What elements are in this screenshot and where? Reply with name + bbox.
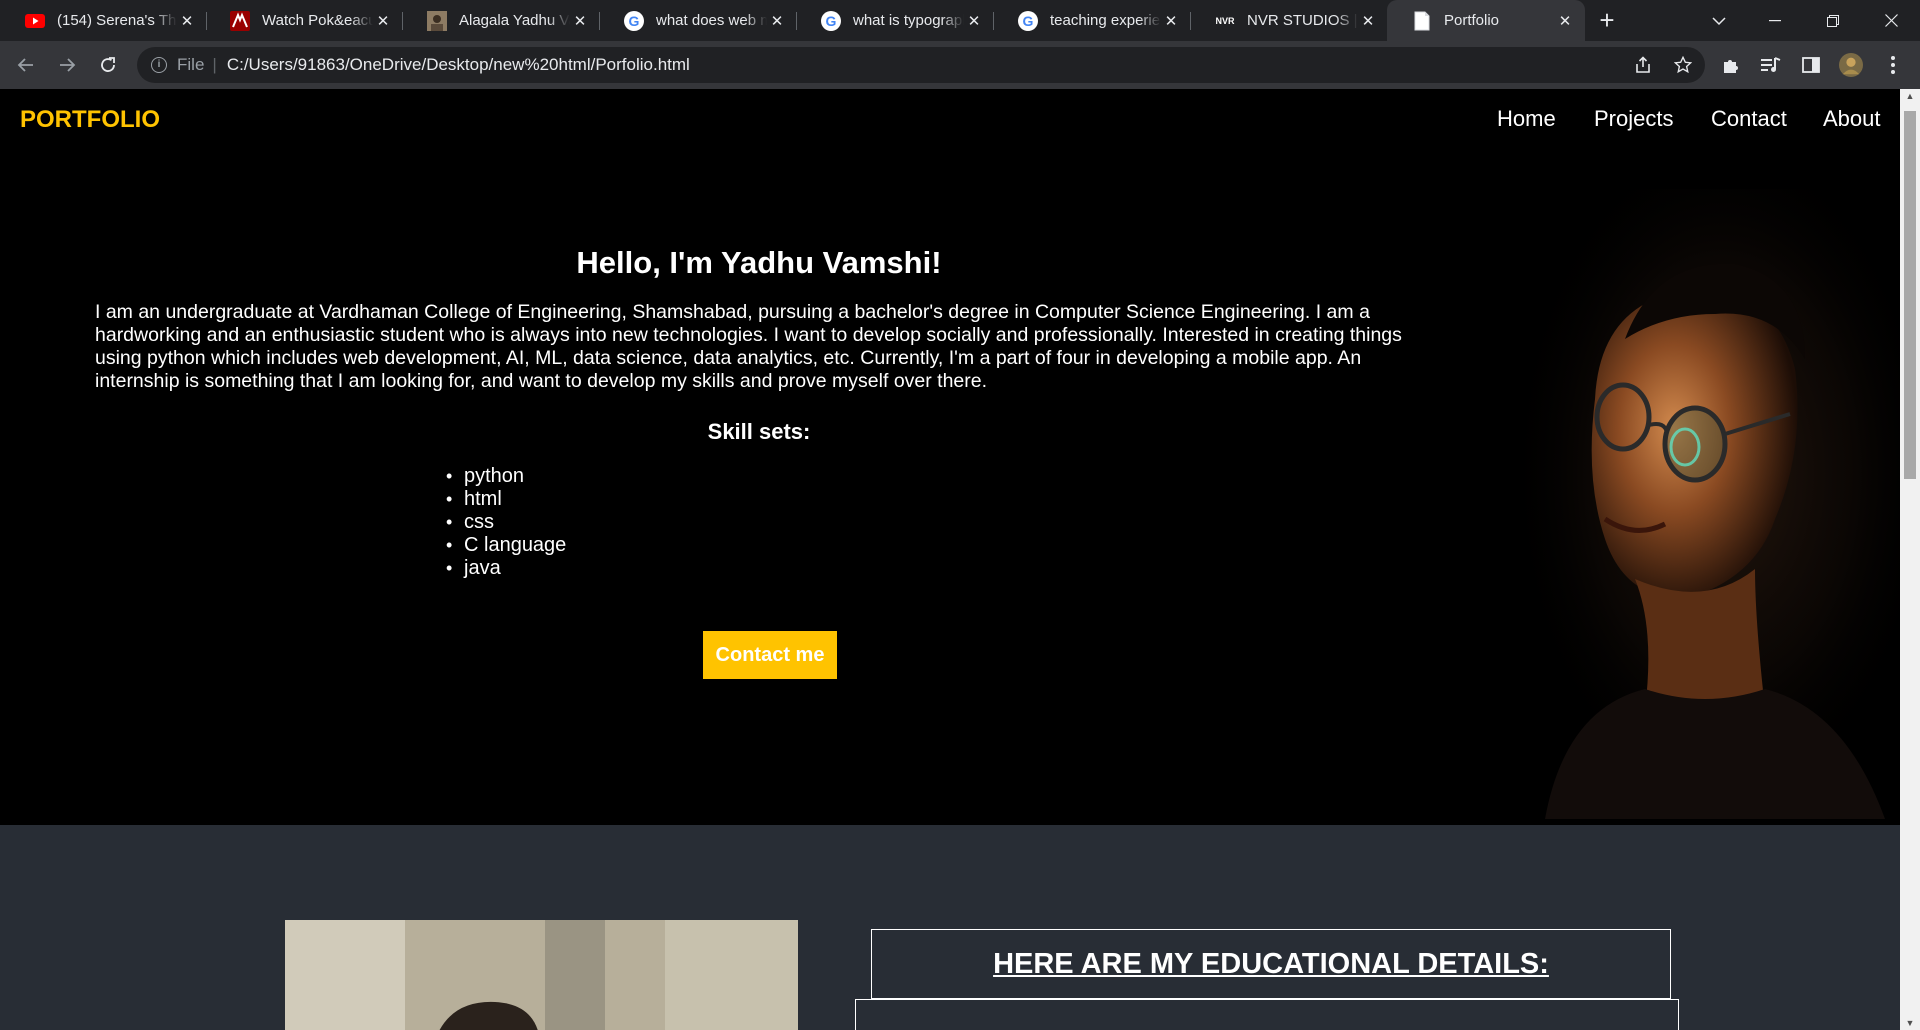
education-photo (285, 920, 798, 1030)
browser-tab-active[interactable]: Portfolio ✕ (1387, 0, 1585, 41)
forward-arrow-icon[interactable] (55, 53, 79, 77)
share-icon[interactable] (1631, 53, 1655, 77)
page-icon (1412, 11, 1432, 31)
browser-tab[interactable]: G what is typograph ✕ (796, 0, 994, 41)
skills-title: Skill sets: (707, 419, 811, 444)
photo-icon (427, 10, 447, 31)
close-tab-icon[interactable]: ✕ (1161, 11, 1181, 31)
browser-menu-icon[interactable] (1881, 53, 1905, 77)
reload-icon[interactable] (96, 53, 120, 77)
browser-tab[interactable]: Alagala Yadhu Va ✕ (402, 0, 600, 41)
nav-logo[interactable]: PORTFOLIO (20, 106, 160, 134)
browser-tab[interactable]: NVR NVR STUDIOS | H ✕ (1190, 0, 1388, 41)
profile-avatar[interactable] (1839, 53, 1863, 77)
skill-item: css (446, 511, 566, 534)
youtube-icon (25, 11, 45, 31)
close-tab-icon[interactable]: ✕ (1358, 11, 1378, 31)
ao3-icon (230, 10, 250, 31)
url-scheme-label: File (177, 55, 205, 74)
close-tab-icon[interactable]: ✕ (177, 11, 197, 31)
browser-tab[interactable]: G teaching experien ✕ (993, 0, 1191, 41)
minimize-icon[interactable] (1752, 0, 1798, 41)
page-viewport: PORTFOLIO Home Projects Contact About He… (0, 89, 1900, 1030)
new-tab-button[interactable]: + (1595, 7, 1619, 33)
close-tab-icon[interactable]: ✕ (1555, 11, 1575, 31)
education-title-box: HERE ARE MY EDUCATIONAL DETAILS: (871, 929, 1671, 999)
nav-link-home[interactable]: Home (1497, 106, 1556, 132)
address-bar[interactable]: i File | C:/Users/91863/OneDrive/Desktop… (137, 47, 1705, 83)
close-window-icon[interactable] (1868, 0, 1914, 41)
side-panel-icon[interactable] (1799, 53, 1823, 77)
media-queue-icon[interactable] (1759, 53, 1783, 77)
education-section: HERE ARE MY EDUCATIONAL DETAILS: (0, 825, 1900, 1030)
skills-list: python html css C language java (446, 465, 566, 580)
contact-me-button[interactable]: Contact me (703, 631, 837, 679)
close-tab-icon[interactable]: ✕ (373, 11, 393, 31)
browser-tab-strip: (154) Serena's The ✕ Watch Pok&eacute ✕ … (0, 0, 1920, 41)
nav-link-contact[interactable]: Contact (1711, 106, 1787, 132)
browser-tab[interactable]: G what does web m ✕ (599, 0, 797, 41)
scroll-up-arrow-icon[interactable]: ▲ (1905, 91, 1915, 101)
skill-item: python (446, 465, 566, 488)
hero-section: PORTFOLIO Home Projects Contact About He… (0, 89, 1900, 825)
profile-photo (1505, 189, 1900, 819)
svg-text:G: G (1023, 13, 1034, 29)
skill-item: java (446, 557, 566, 580)
extensions-puzzle-icon[interactable] (1719, 53, 1743, 77)
svg-text:G: G (629, 13, 640, 29)
google-icon: G (624, 10, 644, 31)
nav-link-projects[interactable]: Projects (1594, 106, 1673, 132)
browser-tab[interactable]: Watch Pok&eacute ✕ (205, 0, 403, 41)
page-scrollbar[interactable]: ▲ ▼ (1900, 89, 1920, 1030)
tab-search-icon[interactable] (1696, 0, 1742, 41)
info-icon[interactable]: i (151, 57, 167, 73)
url-text[interactable]: C:/Users/91863/OneDrive/Desktop/new%20ht… (227, 55, 690, 75)
skill-item: html (446, 488, 566, 511)
bookmark-star-icon[interactable] (1671, 53, 1695, 77)
education-title: HERE ARE MY EDUCATIONAL DETAILS: (993, 947, 1549, 980)
education-details-box (855, 999, 1679, 1030)
scroll-down-arrow-icon[interactable]: ▼ (1905, 1018, 1915, 1028)
browser-tab[interactable]: (154) Serena's The ✕ (0, 0, 207, 41)
nvr-icon: NVR (1215, 15, 1235, 26)
browser-toolbar: i File | C:/Users/91863/OneDrive/Desktop… (0, 41, 1920, 89)
hero-bio: I am an undergraduate at Vardhaman Colle… (95, 301, 1402, 392)
svg-text:G: G (826, 13, 837, 29)
google-icon: G (1018, 10, 1038, 31)
close-tab-icon[interactable]: ✕ (767, 11, 787, 31)
close-tab-icon[interactable]: ✕ (964, 11, 984, 31)
skill-item: C language (446, 534, 566, 557)
restore-icon[interactable] (1810, 0, 1856, 41)
scrollbar-thumb[interactable] (1904, 111, 1916, 479)
back-arrow-icon[interactable] (14, 53, 38, 77)
close-tab-icon[interactable]: ✕ (570, 11, 590, 31)
hero-title: Hello, I'm Yadhu Vamshi! (576, 245, 942, 280)
nav-link-about[interactable]: About (1823, 106, 1881, 132)
google-icon: G (821, 10, 841, 31)
